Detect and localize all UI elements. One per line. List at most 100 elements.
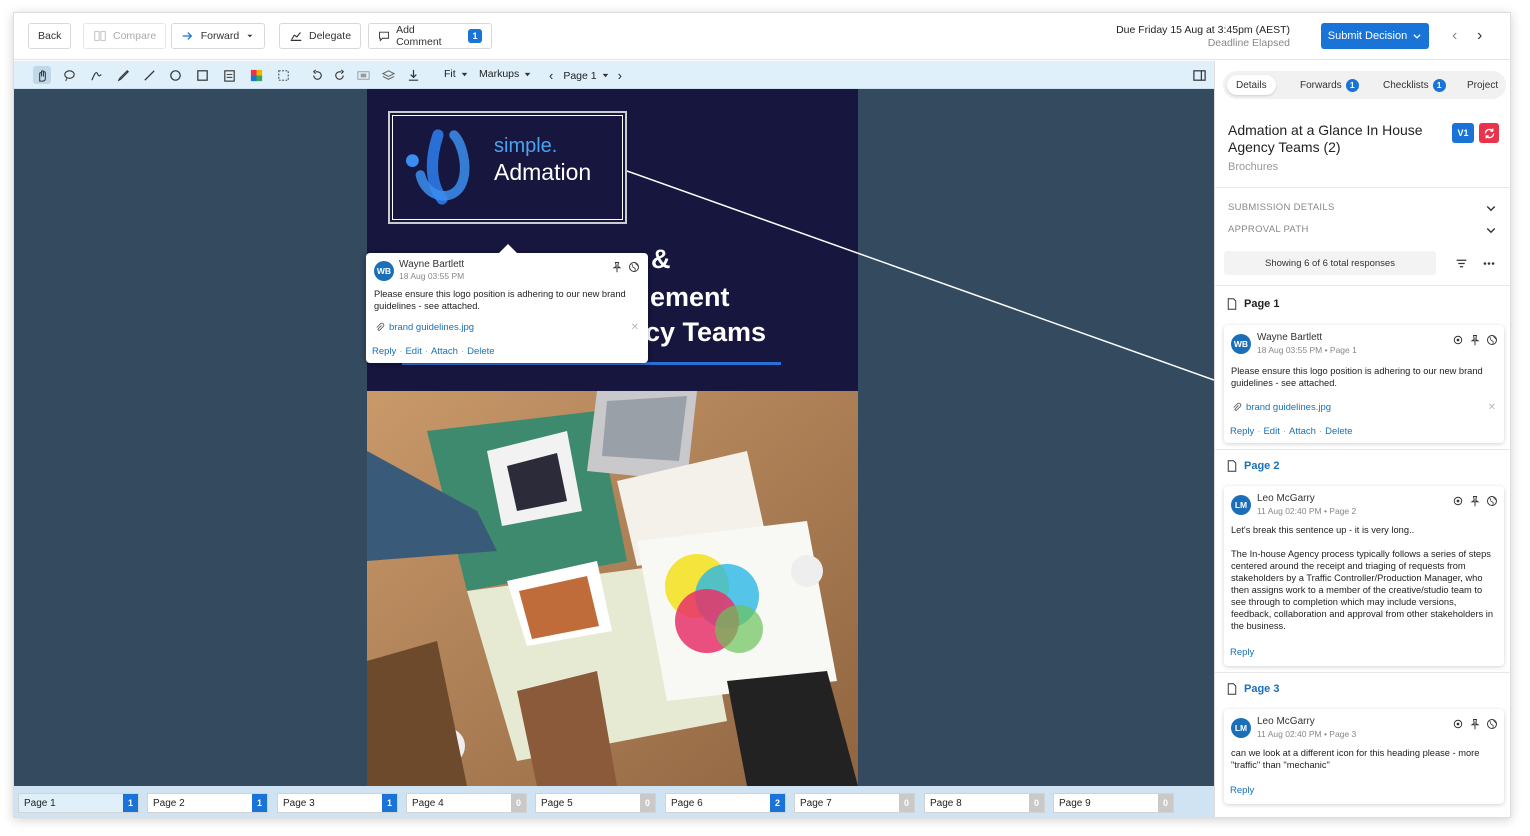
delegate-button[interactable]: Delegate bbox=[279, 23, 362, 49]
globe-icon[interactable] bbox=[1486, 718, 1498, 730]
comment-popup[interactable]: WB Wayne Bartlett 18 Aug 03:55 PM Please… bbox=[366, 244, 648, 363]
attachment-link[interactable]: brand guidelines.jpg bbox=[374, 322, 474, 333]
remove-attachment-icon[interactable]: ✕ bbox=[1488, 402, 1496, 413]
page-selector[interactable]: ‹ Page 1 › bbox=[549, 68, 622, 83]
refresh-button[interactable] bbox=[1479, 123, 1499, 143]
rectangle-tool-icon[interactable] bbox=[193, 66, 211, 84]
page-comment-count: 0 bbox=[1158, 794, 1173, 812]
next-arrow-icon[interactable]: › bbox=[1477, 27, 1482, 45]
attach-link[interactable]: Attach bbox=[431, 346, 458, 357]
markups-dropdown[interactable]: Markups bbox=[479, 68, 532, 80]
forward-label: Forward bbox=[200, 30, 240, 42]
locate-icon[interactable] bbox=[1452, 718, 1464, 730]
pin-icon[interactable] bbox=[1469, 718, 1481, 730]
tab-label: Checklists bbox=[1383, 79, 1429, 91]
prev-page-icon[interactable]: ‹ bbox=[549, 68, 553, 83]
reply-link[interactable]: Reply bbox=[1230, 785, 1254, 796]
submit-decision-button[interactable]: Submit Decision bbox=[1321, 23, 1429, 49]
reply-link[interactable]: Reply bbox=[1230, 647, 1254, 658]
page-tab-label: Page 1 bbox=[24, 797, 56, 809]
edit-link[interactable]: Edit bbox=[405, 346, 421, 357]
desk-photo-illustration bbox=[367, 391, 858, 786]
attachment-link[interactable]: brand guidelines.jpg bbox=[1231, 402, 1331, 413]
forward-button[interactable]: Forward bbox=[171, 23, 265, 49]
pin-icon[interactable] bbox=[611, 261, 623, 273]
caret-down-icon bbox=[461, 72, 467, 76]
compare-button[interactable]: Compare bbox=[83, 23, 167, 49]
reply-link[interactable]: Reply bbox=[372, 346, 396, 357]
details-panel: Details Forwards 1 Checklists 1 Project Ad… bbox=[1214, 61, 1510, 817]
pen-tool-icon[interactable] bbox=[114, 66, 132, 84]
compare-overlay-icon[interactable] bbox=[354, 66, 372, 84]
attach-link[interactable]: Attach bbox=[1289, 426, 1316, 437]
logo-markup-box[interactable]: simple. Admation bbox=[388, 111, 627, 224]
page-group-header[interactable]: Page 2 bbox=[1226, 460, 1279, 472]
comment-actions: Reply · Edit · Attach · Delete bbox=[1230, 426, 1353, 437]
edit-link[interactable]: Edit bbox=[1263, 426, 1279, 437]
page-tab-6[interactable]: Page 6 2 bbox=[665, 793, 786, 813]
layers-icon[interactable] bbox=[379, 66, 397, 84]
locate-icon[interactable] bbox=[1452, 495, 1464, 507]
remove-attachment-icon[interactable]: ✕ bbox=[631, 322, 639, 333]
page-tab-8[interactable]: Page 8 0 bbox=[924, 793, 1045, 813]
attachment-name: brand guidelines.jpg bbox=[1246, 402, 1332, 413]
page-tab-label: Page 4 bbox=[412, 797, 444, 809]
page-tab-label: Page 5 bbox=[541, 797, 573, 809]
tab-forwards[interactable]: Forwards 1 bbox=[1291, 75, 1368, 95]
approval-path-header[interactable]: APPROVAL PATH bbox=[1228, 224, 1309, 235]
page-tab-9[interactable]: Page 9 0 bbox=[1053, 793, 1174, 813]
globe-icon[interactable] bbox=[1486, 495, 1498, 507]
freehand-tool-icon[interactable] bbox=[87, 66, 105, 84]
chevron-down-icon[interactable] bbox=[1485, 224, 1497, 236]
tab-checklists[interactable]: Checklists 1 bbox=[1374, 75, 1455, 95]
chevron-down-icon[interactable] bbox=[1485, 202, 1497, 214]
line-tool-icon[interactable] bbox=[140, 66, 158, 84]
due-date-text: Due Friday 15 Aug at 3:45pm (AEST) bbox=[1116, 24, 1290, 36]
page-tab-4[interactable]: Page 4 0 bbox=[406, 793, 527, 813]
comment-card[interactable]: WB Wayne Bartlett 18 Aug 03:55 PM • Page… bbox=[1224, 325, 1504, 443]
rotate-right-icon[interactable] bbox=[330, 66, 348, 84]
hand-tool-icon[interactable] bbox=[33, 66, 51, 84]
locate-icon[interactable] bbox=[1452, 334, 1464, 346]
comment-card[interactable]: LM Leo McGarry 11 Aug 02:40 PM • Page 3 … bbox=[1224, 709, 1504, 804]
tab-details[interactable]: Details bbox=[1227, 75, 1276, 95]
document-viewer[interactable]: simple. Admation & ement cy Teams WB Way… bbox=[14, 89, 1214, 786]
select-area-icon[interactable] bbox=[274, 66, 292, 84]
comment-actions: Reply · Edit · Attach · Delete bbox=[372, 346, 495, 357]
fit-dropdown[interactable]: Fit bbox=[444, 68, 469, 80]
note-tool-icon[interactable] bbox=[220, 66, 238, 84]
avatar: WB bbox=[1231, 334, 1251, 354]
page-group-header[interactable]: Page 3 bbox=[1226, 683, 1279, 695]
ellipse-tool-icon[interactable] bbox=[166, 66, 184, 84]
delete-link[interactable]: Delete bbox=[1325, 426, 1352, 437]
color-picker-icon[interactable] bbox=[247, 66, 265, 84]
globe-icon[interactable] bbox=[1486, 334, 1498, 346]
rotate-left-icon[interactable] bbox=[308, 66, 326, 84]
page-tab-7[interactable]: Page 7 0 bbox=[794, 793, 915, 813]
page-tab-1[interactable]: Page 1 1 bbox=[18, 793, 139, 813]
submission-details-header[interactable]: SUBMISSION DETAILS bbox=[1228, 202, 1335, 213]
panel-toggle-icon[interactable] bbox=[1190, 66, 1208, 84]
comment-meta: 11 Aug 02:40 PM • Page 3 bbox=[1257, 729, 1357, 739]
filter-icon[interactable] bbox=[1455, 257, 1468, 270]
next-page-icon[interactable]: › bbox=[618, 68, 622, 83]
back-button[interactable]: Back bbox=[28, 23, 72, 49]
globe-icon[interactable] bbox=[628, 261, 640, 273]
pin-icon[interactable] bbox=[1469, 334, 1481, 346]
page-tab-2[interactable]: Page 2 1 bbox=[147, 793, 268, 813]
more-options-icon[interactable] bbox=[1481, 257, 1497, 270]
pin-icon[interactable] bbox=[1469, 495, 1481, 507]
reply-link[interactable]: Reply bbox=[1230, 426, 1254, 437]
tab-project[interactable]: Project bbox=[1458, 75, 1507, 95]
version-badge[interactable]: V1 bbox=[1452, 123, 1474, 143]
page-tab-5[interactable]: Page 5 0 bbox=[535, 793, 656, 813]
document-page: simple. Admation & ement cy Teams bbox=[367, 89, 858, 786]
download-icon[interactable] bbox=[404, 66, 422, 84]
lasso-tool-icon[interactable] bbox=[60, 66, 78, 84]
delete-link[interactable]: Delete bbox=[467, 346, 494, 357]
page-icon bbox=[1227, 298, 1237, 310]
page-tab-3[interactable]: Page 3 1 bbox=[277, 793, 398, 813]
add-comment-button[interactable]: Add Comment 1 bbox=[368, 23, 492, 49]
prev-arrow-icon[interactable]: ‹ bbox=[1452, 27, 1457, 45]
comment-card[interactable]: LM Leo McGarry 11 Aug 02:40 PM • Page 2 … bbox=[1224, 486, 1504, 666]
